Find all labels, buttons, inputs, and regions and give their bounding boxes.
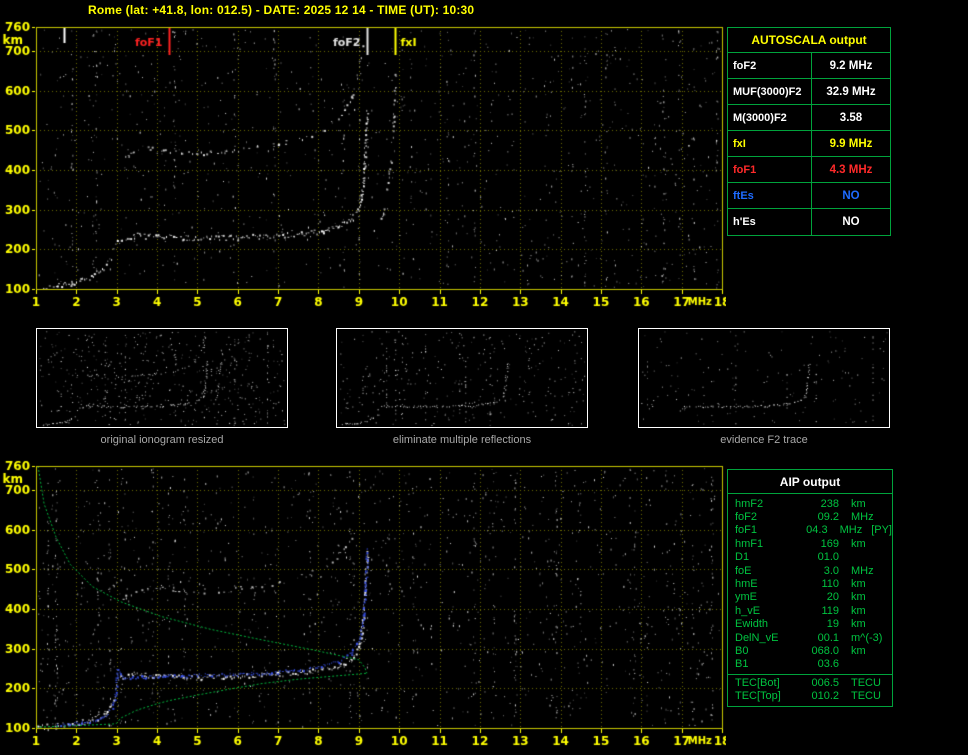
aip-row-label: D1 bbox=[735, 551, 750, 564]
aip-row-value: 006.5 bbox=[811, 676, 839, 689]
aip-row-foF2: foF2 09.2 MHz bbox=[728, 510, 892, 523]
autoscala-screen: { "header": { "title": "Rome (lat: +41.8… bbox=[0, 0, 968, 755]
aip-row-Ewidth: Ewidth 19 km bbox=[728, 618, 892, 631]
autoscala-row-label: h'Es bbox=[728, 209, 812, 235]
aip-row-unit: km bbox=[851, 604, 866, 617]
thumbnail-multiple-reflections-caption: eliminate multiple reflections bbox=[392, 434, 532, 446]
aip-row-value: 03.6 bbox=[817, 658, 839, 671]
station-date-header: Rome (lat: +41.8, lon: 012.5) - DATE: 20… bbox=[88, 3, 475, 17]
aip-row-unit: km bbox=[851, 644, 866, 657]
aip-row-value: 110 bbox=[821, 578, 839, 591]
aip-row-B0: B0 068.0 km bbox=[728, 644, 892, 657]
aip-row-label: B0 bbox=[735, 644, 749, 657]
autoscala-row-value: NO bbox=[842, 189, 860, 202]
aip-row-label: B1 bbox=[735, 658, 749, 671]
aip-row-value: 20 bbox=[826, 591, 839, 604]
autoscala-row-foF2: foF2 9.2 MHz bbox=[728, 53, 890, 79]
aip-row-extra: [PY] bbox=[871, 524, 892, 537]
autoscala-row-value: 3.58 bbox=[839, 111, 863, 124]
aip-row-value: 169 bbox=[820, 537, 839, 550]
aip-row-label: foF1 bbox=[735, 524, 758, 537]
aip-row-value: 010.2 bbox=[811, 689, 839, 702]
thumbnail-original-canvas bbox=[36, 328, 288, 428]
aip-row-TEC[Bot]: TEC[Bot] 006.5 TECU bbox=[728, 674, 892, 689]
aip-row-value: 119 bbox=[821, 604, 839, 617]
aip-output-table: AIP output hmF2 238 km foF2 09.2 MHz foF1 04.3 M… bbox=[727, 469, 893, 708]
aip-row-TEC[Top]: TEC[Top] 010.2 TECU bbox=[728, 689, 892, 702]
aip-row-hmF2: hmF2 238 km bbox=[728, 497, 892, 510]
aip-row-hmE: hmE 110 km bbox=[728, 577, 892, 590]
thumbnail-f2-trace-canvas bbox=[638, 328, 890, 428]
autoscala-row-label: fxI bbox=[728, 131, 812, 156]
aip-row-label: h_vE bbox=[735, 604, 761, 617]
autoscala-row-value: NO bbox=[842, 216, 860, 228]
aip-row-ymE: ymE 20 km bbox=[728, 591, 892, 604]
autoscala-row-label: foF1 bbox=[728, 157, 812, 182]
ionogram-bottom-canvas bbox=[0, 455, 726, 755]
aip-row-value: 19 bbox=[826, 618, 839, 631]
thumbnail-f2-trace-caption: evidence F2 trace bbox=[720, 434, 808, 446]
aip-row-label: foE bbox=[735, 564, 752, 577]
aip-row-unit: m^(-3) bbox=[851, 631, 883, 644]
autoscala-row-MUF(3000)F2: MUF(3000)F2 32.9 MHz bbox=[728, 79, 890, 105]
thumbnail-f2-trace: evidence F2 trace bbox=[638, 328, 890, 446]
aip-row-unit: km bbox=[851, 497, 866, 510]
aip-row-foF1: foF1 04.3 MHz [PY] bbox=[728, 524, 892, 537]
autoscala-row-label: M(3000)F2 bbox=[728, 105, 812, 130]
aip-row-D1: D1 01.0 bbox=[728, 551, 892, 564]
aip-row-label: hmF1 bbox=[735, 537, 764, 550]
aip-table-rows: hmF2 238 km foF2 09.2 MHz foF1 04.3 MHz [PY] hmF1 1… bbox=[728, 497, 892, 702]
autoscala-output-table: AUTOSCALA output foF2 9.2 MHz MUF(3000)F2 3… bbox=[727, 27, 891, 236]
aip-row-unit: km bbox=[851, 618, 866, 631]
autoscala-row-value: 9.2 MHz bbox=[829, 59, 873, 72]
aip-row-unit: km bbox=[851, 591, 866, 604]
aip-row-label: hmF2 bbox=[735, 497, 764, 510]
aip-row-label: TEC[Top] bbox=[735, 689, 781, 702]
autoscala-row-value: 4.3 MHz bbox=[829, 163, 873, 176]
aip-row-label: DelN_vE bbox=[735, 631, 779, 644]
aip-row-value: 04.3 bbox=[806, 524, 828, 537]
autoscala-row-ftEs: ftEs NO bbox=[728, 183, 890, 209]
autoscala-row-value: 9.9 MHz bbox=[829, 137, 873, 150]
aip-row-unit: TECU bbox=[851, 689, 881, 702]
aip-row-DelN_vE: DelN_vE 00.1 m^(-3) bbox=[728, 631, 892, 644]
thumbnail-multiple-reflections-canvas bbox=[336, 328, 588, 428]
aip-row-unit: km bbox=[851, 537, 866, 550]
aip-row-hmF1: hmF1 169 km bbox=[728, 537, 892, 550]
autoscala-row-value: 32.9 MHz bbox=[826, 85, 876, 98]
aip-row-unit: km bbox=[851, 578, 866, 591]
aip-row-value: 3.0 bbox=[823, 564, 839, 577]
aip-row-unit: MHz bbox=[851, 564, 874, 577]
aip-row-value: 238 bbox=[820, 497, 839, 510]
aip-row-value: 01.0 bbox=[817, 551, 839, 564]
autoscala-table-rows: foF2 9.2 MHz MUF(3000)F2 32.9 MHz M(3000)F2 3… bbox=[728, 53, 890, 235]
aip-row-label: TEC[Bot] bbox=[735, 676, 780, 689]
aip-row-label: hmE bbox=[735, 578, 758, 591]
autoscala-row-label: ftEs bbox=[728, 183, 812, 208]
aip-row-unit: MHz bbox=[851, 511, 874, 524]
autoscala-table-title: AUTOSCALA output bbox=[728, 28, 890, 53]
aip-row-foE: foE 3.0 MHz bbox=[728, 564, 892, 577]
autoscala-row-h'Es: h'Es NO bbox=[728, 209, 890, 235]
thumbnail-original-caption: original ionogram resized bbox=[100, 434, 224, 446]
aip-row-unit: TECU bbox=[851, 676, 881, 689]
aip-row-value: 09.2 bbox=[817, 511, 839, 524]
autoscala-row-M(3000)F2: M(3000)F2 3.58 bbox=[728, 105, 890, 131]
aip-row-value: 068.0 bbox=[811, 644, 839, 657]
thumbnail-original-ionogram: original ionogram resized bbox=[36, 328, 288, 446]
autoscala-row-label: foF2 bbox=[728, 53, 812, 78]
aip-row-value: 00.1 bbox=[817, 631, 839, 644]
aip-row-B1: B1 03.6 bbox=[728, 658, 892, 671]
thumbnail-multiple-reflections: eliminate multiple reflections bbox=[336, 328, 588, 446]
aip-row-label: Ewidth bbox=[735, 618, 769, 631]
autoscala-row-foF1: foF1 4.3 MHz bbox=[728, 157, 890, 183]
aip-row-label: ymE bbox=[735, 591, 757, 604]
aip-row-unit: MHz bbox=[839, 524, 863, 537]
autoscala-row-label: MUF(3000)F2 bbox=[728, 79, 812, 104]
autoscala-row-fxI: fxI 9.9 MHz bbox=[728, 131, 890, 157]
aip-row-h_vE: h_vE 119 km bbox=[728, 604, 892, 617]
ionogram-top-canvas bbox=[0, 16, 726, 316]
aip-row-label: foF2 bbox=[735, 511, 758, 524]
aip-table-title: AIP output bbox=[728, 470, 892, 494]
